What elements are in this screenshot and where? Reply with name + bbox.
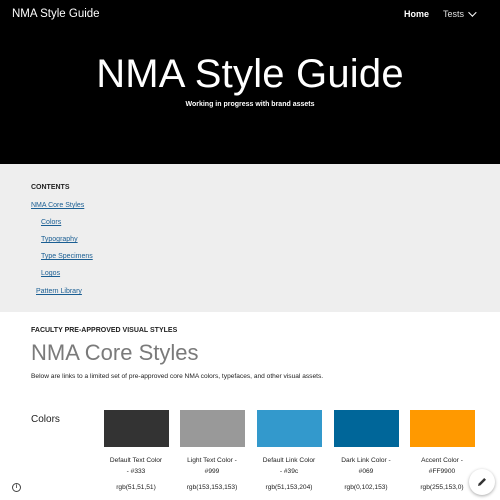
swatch-default-text (104, 410, 169, 447)
toc-link-colors[interactable]: Colors (41, 219, 61, 226)
toc-link-type-specimens[interactable]: Type Specimens (41, 253, 93, 260)
swatch-caption: Default Text Color - #333 (96, 455, 176, 477)
swatch-caption-line: - #333 (126, 468, 146, 475)
swatch-accent (410, 410, 475, 447)
swatch-dark-link (334, 410, 399, 447)
nav-tests-label: Tests (442, 9, 464, 19)
swatch-caption: Dark Link Color - #069 (326, 455, 406, 477)
hero-subtitle: Working in progress with brand assets (185, 101, 315, 108)
toc-link-core-styles[interactable]: NMA Core Styles (31, 202, 84, 209)
info-icon[interactable]: i (12, 483, 21, 492)
toc-link-pattern-library[interactable]: Pattern Library (36, 288, 82, 295)
top-nav: Home Tests (404, 8, 477, 19)
nav-tests[interactable]: Tests (442, 8, 477, 19)
swatch-rgb: rgb(0,102,153) (344, 484, 388, 491)
swatch-caption-line: #999 (204, 468, 220, 475)
swatch-caption-line: Accent Color - (421, 457, 463, 464)
swatch-rgb: rgb(153,153,153) (186, 484, 238, 491)
toc-link-logos[interactable]: Logos (41, 270, 60, 277)
hero-title: NMA Style Guide (96, 52, 404, 96)
swatch-rgb: rgb(51,153,204) (265, 484, 313, 491)
hero-banner: NMA Style Guide Home Tests NMA Style Gui… (0, 0, 500, 164)
section-eyebrow: FACULTY PRE-APPROVED VISUAL STYLES (31, 327, 178, 334)
swatch-caption-line: Default Link Color (262, 457, 316, 464)
swatch-light-text (180, 410, 245, 447)
pencil-icon (478, 478, 486, 486)
edit-button[interactable] (469, 469, 495, 495)
swatch-rgb: rgb(51,51,51) (116, 484, 156, 491)
swatch-caption-line: Dark Link Color - (341, 457, 391, 464)
swatch-caption: Default Link Color - #39c (249, 455, 329, 477)
colors-heading: Colors (31, 414, 60, 425)
swatch-caption: Accent Color - #FF9900 (402, 455, 482, 477)
toc-link-typography[interactable]: Typography (41, 236, 78, 243)
nav-home[interactable]: Home (404, 9, 429, 19)
toc-heading: CONTENTS (31, 184, 70, 191)
chevron-down-icon (468, 8, 477, 17)
swatch-caption-line: Default Text Color (109, 457, 163, 464)
swatch-caption-line: Light Text Color - (187, 457, 237, 464)
site-name[interactable]: NMA Style Guide (12, 8, 100, 20)
section-title: NMA Core Styles (31, 340, 199, 365)
swatch-caption-line: - #39c (279, 468, 299, 475)
swatch-caption: Light Text Color - #999 (172, 455, 252, 477)
swatch-caption-line: #069 (358, 468, 374, 475)
section-description: Below are links to a limited set of pre-… (31, 373, 324, 380)
table-of-contents: CONTENTS NMA Core Styles Colors Typograp… (0, 164, 500, 312)
swatch-default-link (257, 410, 322, 447)
